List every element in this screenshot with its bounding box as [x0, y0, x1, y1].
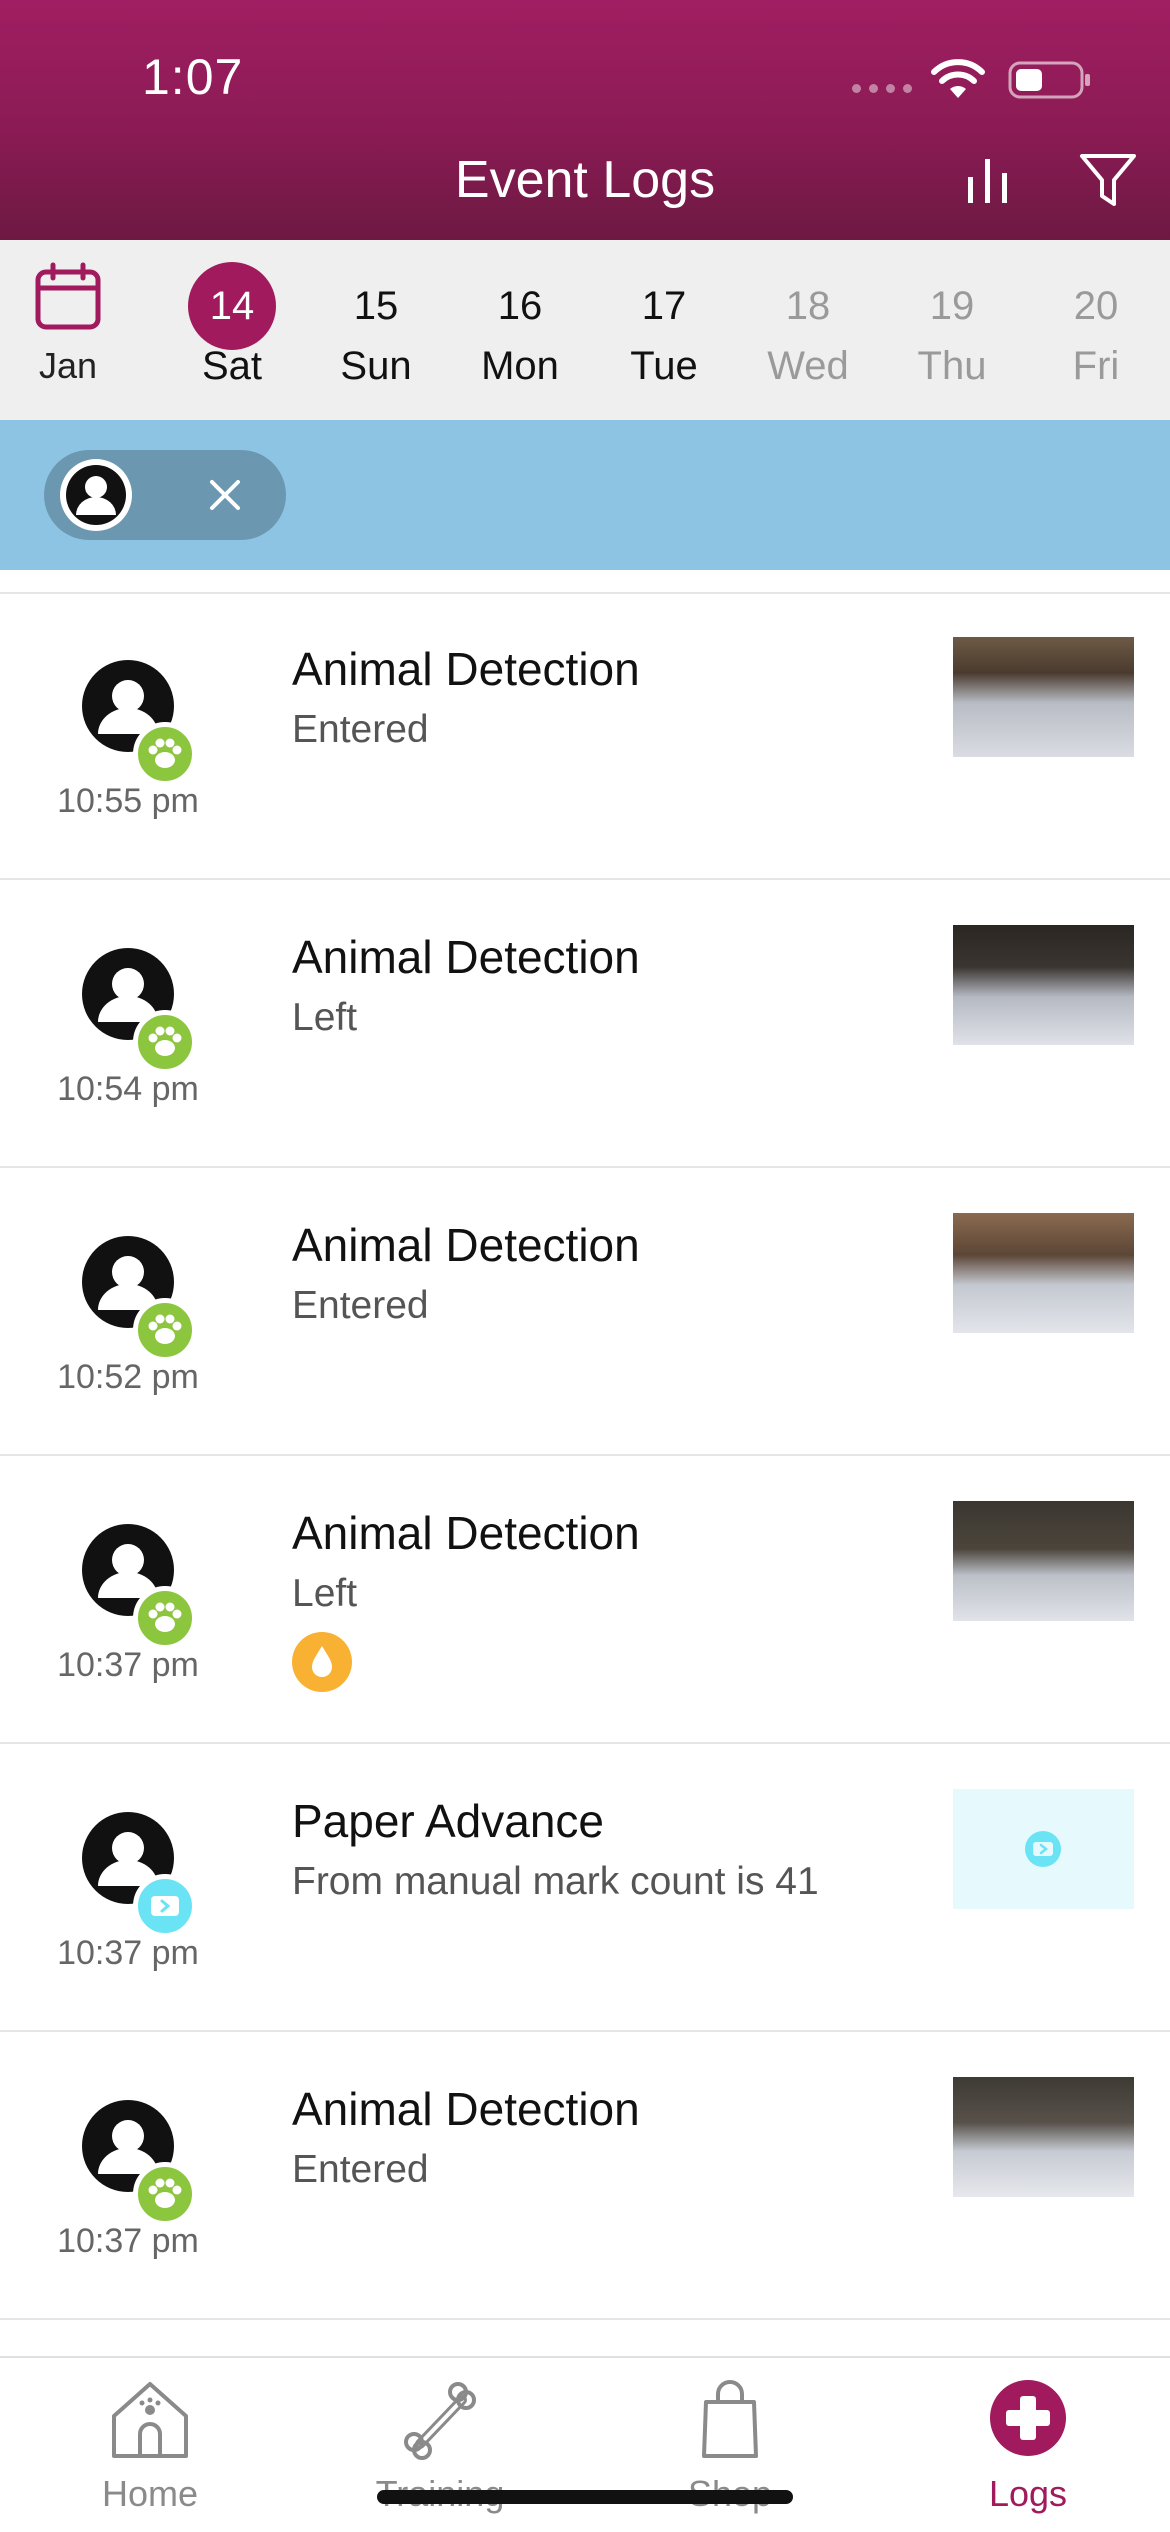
event-row[interactable]: 10:54 pm Animal Detection Left [0, 880, 1170, 1168]
status-time: 1:07 [142, 49, 244, 105]
event-thumbnail[interactable] [953, 2077, 1134, 2197]
active-filter-bar [0, 420, 1170, 570]
event-time: 10:37 pm [57, 1934, 199, 1972]
tab-label: Logs [988, 2473, 1068, 2514]
event-title: Animal Detection [292, 1507, 640, 1559]
event-row[interactable]: 10:52 pm Animal Detection Entered [0, 1168, 1170, 1456]
day-name: Thu [917, 344, 987, 388]
shopping-bag-icon [702, 2380, 758, 2458]
event-subtitle: Entered [292, 2148, 429, 2191]
day-20: 20 Fri [1036, 262, 1156, 389]
close-icon[interactable] [200, 470, 250, 520]
event-thumbnail[interactable] [953, 925, 1134, 1045]
battery-icon [1008, 61, 1090, 99]
event-title: Animal Detection [292, 643, 640, 695]
bar-chart-icon[interactable] [963, 155, 1013, 205]
event-time: 10:37 pm [57, 1646, 199, 1684]
day-name: Sat [201, 344, 263, 388]
pet-filter-chip[interactable] [44, 450, 286, 540]
event-time: 10:55 pm [57, 782, 199, 820]
paw-icon [133, 1298, 197, 1362]
tab-logs[interactable]: Logs [918, 2372, 1138, 2515]
paw-icon [133, 722, 197, 786]
event-subtitle: Entered [292, 1284, 429, 1327]
date-strip: Jan 14 Sat 15 Sun 16 Mon 17 Tue 18 Wed 1… [0, 240, 1170, 420]
calendar-icon [35, 262, 101, 330]
event-subtitle: Entered [292, 708, 429, 751]
bottom-tab-bar: Home Training Shop Logs [0, 2356, 1170, 2532]
day-17[interactable]: 17 Tue [604, 262, 724, 389]
home-indicator[interactable] [377, 2490, 793, 2504]
home-icon [112, 2382, 188, 2458]
app-header: 1:07 Event Logs [0, 0, 1170, 240]
day-number: 20 [1073, 284, 1119, 328]
day-number: 14 [188, 262, 276, 350]
event-thumbnail[interactable] [953, 1213, 1134, 1333]
paw-icon [133, 1586, 197, 1650]
paper-advance-icon [133, 1874, 197, 1938]
event-list: 10:55 pm Animal Detection Entered 10:54 … [0, 592, 1170, 2320]
day-14[interactable]: 14 Sat [172, 262, 292, 389]
day-number: 17 [641, 284, 687, 328]
event-title: Animal Detection [292, 2083, 640, 2135]
day-number: 19 [929, 284, 975, 328]
event-thumbnail[interactable] [953, 637, 1134, 757]
bone-icon [404, 2382, 476, 2460]
event-title: Animal Detection [292, 1219, 640, 1271]
day-16[interactable]: 16 Mon [460, 262, 580, 389]
event-title: Paper Advance [292, 1795, 605, 1847]
tab-label: Home [101, 2473, 199, 2514]
wifi-icon [931, 59, 985, 98]
day-name: Tue [630, 344, 698, 388]
day-name: Sun [340, 344, 412, 388]
paw-icon [133, 1010, 197, 1074]
day-number: 18 [785, 284, 831, 328]
day-15[interactable]: 15 Sun [316, 262, 436, 389]
event-row[interactable]: 10:37 pm Paper Advance From manual mark … [0, 1744, 1170, 2032]
event-row[interactable]: 10:37 pm Animal Detection Entered [0, 2032, 1170, 2320]
water-drop-icon [292, 1632, 352, 1692]
event-row[interactable]: 10:55 pm Animal Detection Entered [0, 592, 1170, 880]
paper-advance-icon [1025, 1831, 1061, 1867]
medical-cross-icon [990, 2380, 1066, 2456]
calendar-button[interactable]: Jan [28, 262, 108, 387]
event-time: 10:37 pm [57, 2222, 199, 2260]
day-name: Mon [481, 344, 559, 388]
event-thumbnail[interactable] [953, 1501, 1134, 1621]
event-time: 10:52 pm [57, 1358, 199, 1396]
event-thumbnail[interactable] [953, 1789, 1134, 1909]
day-number: 16 [497, 284, 543, 328]
event-subtitle: From manual mark count is 41 [292, 1860, 819, 1903]
day-19: 19 Thu [892, 262, 1012, 389]
paw-icon [133, 2162, 197, 2226]
user-avatar-icon [60, 459, 132, 531]
cellular-signal-icon [852, 84, 912, 93]
event-time: 10:54 pm [57, 1070, 199, 1108]
event-title: Animal Detection [292, 931, 640, 983]
event-subtitle: Left [292, 1572, 358, 1615]
day-name: Fri [1072, 344, 1120, 388]
day-name: Wed [767, 344, 849, 388]
tab-home[interactable]: Home [40, 2372, 260, 2515]
event-subtitle: Left [292, 996, 358, 1039]
day-number: 15 [353, 284, 399, 328]
event-row[interactable]: 10:37 pm Animal Detection Left [0, 1456, 1170, 1744]
funnel-icon[interactable] [1078, 152, 1138, 208]
day-18: 18 Wed [748, 262, 868, 389]
calendar-month-label: Jan [38, 345, 98, 386]
